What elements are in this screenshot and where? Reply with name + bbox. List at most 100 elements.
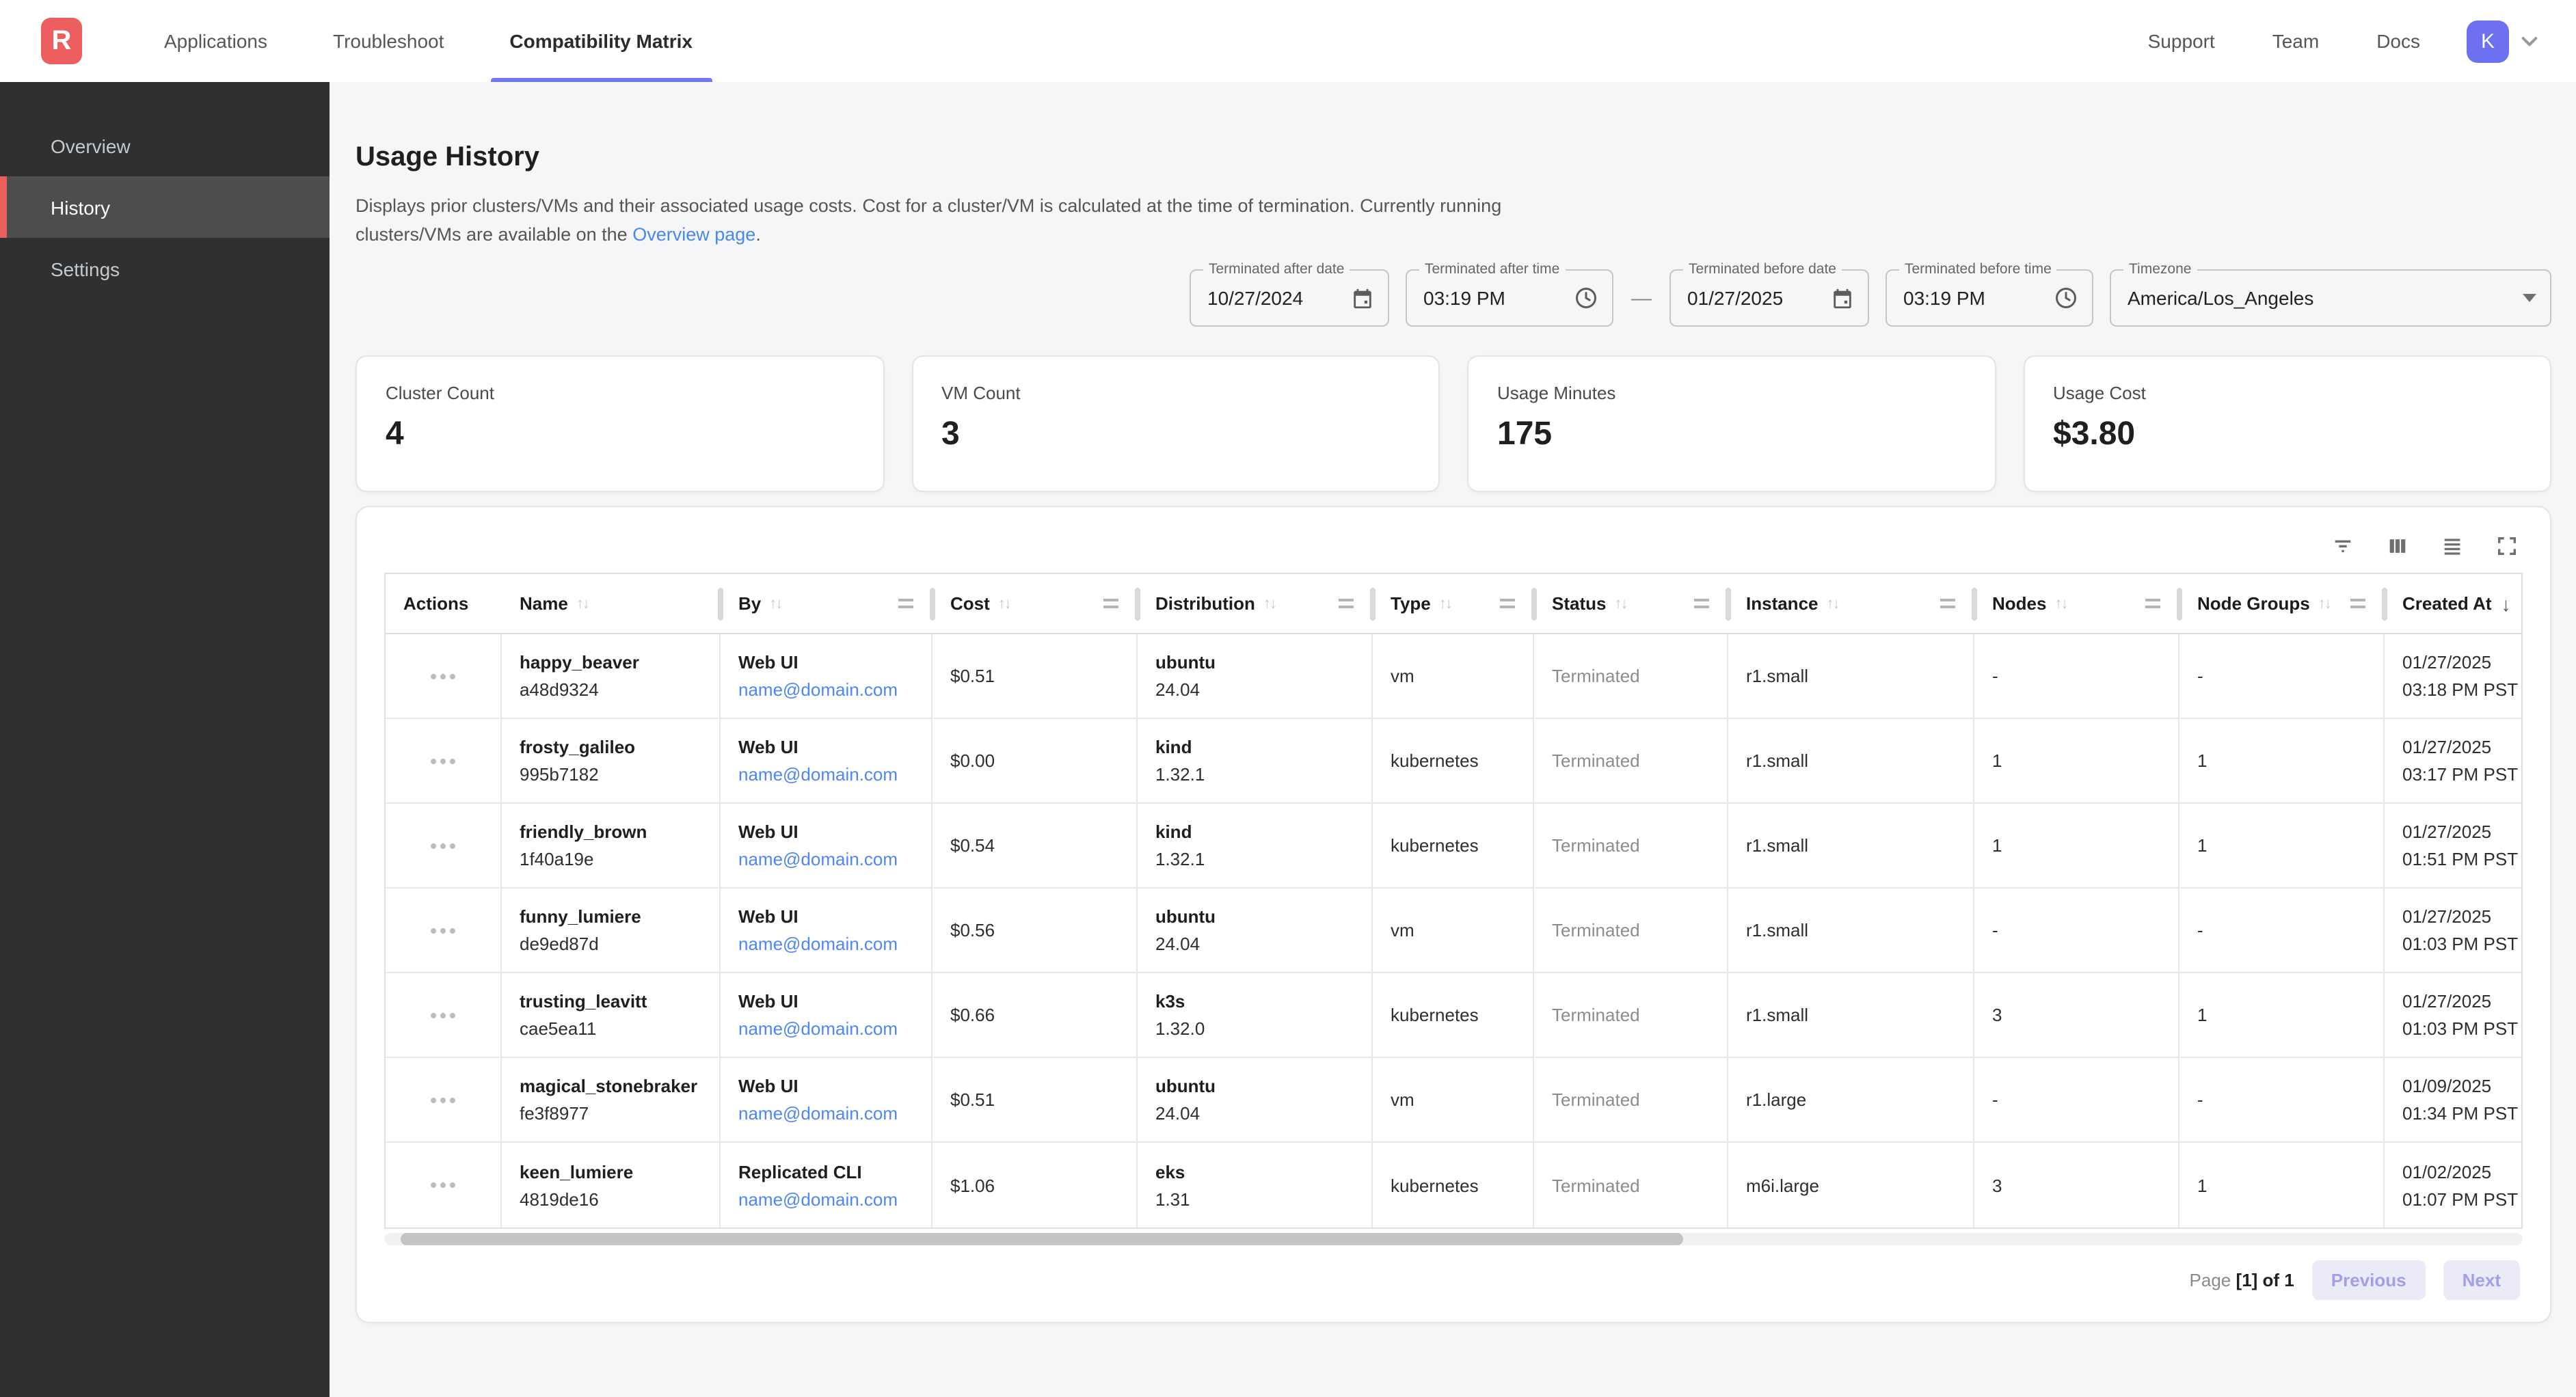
- nav-link-docs[interactable]: Docs: [2376, 30, 2420, 52]
- clock-icon[interactable]: [1574, 286, 1598, 310]
- nodes-count: -: [1992, 920, 2178, 940]
- column-header-distribution[interactable]: Distribution↑↓: [1138, 574, 1373, 633]
- page-description-period: .: [755, 224, 761, 245]
- previous-page-button[interactable]: Previous: [2312, 1260, 2426, 1299]
- range-dash: —: [1631, 286, 1652, 310]
- cell-node-groups: 1: [2179, 804, 2385, 887]
- column-drag-handle-icon[interactable]: [1940, 599, 1955, 608]
- terminated-before-time-field[interactable]: Terminated before time 03:19 PM: [1886, 269, 2093, 327]
- table-row: keen_lumiere4819de16Replicated CLIname@d…: [386, 1143, 2521, 1228]
- column-label: Node Groups: [2197, 593, 2310, 614]
- cluster-name: keen_lumiere: [520, 1161, 719, 1182]
- row-actions-button[interactable]: [386, 719, 502, 802]
- column-drag-handle-icon[interactable]: [898, 599, 913, 608]
- creator-email-link[interactable]: name@domain.com: [738, 679, 931, 700]
- cell-cost: $0.51: [933, 634, 1138, 718]
- terminated-after-time-field[interactable]: Terminated after time 03:19 PM: [1406, 269, 1613, 327]
- column-drag-handle-icon[interactable]: [1339, 599, 1354, 608]
- cell-name: friendly_brown1f40a19e: [502, 804, 721, 887]
- row-actions-button[interactable]: [386, 973, 502, 1057]
- cell-cost: $1.06: [933, 1143, 1138, 1228]
- row-actions-button[interactable]: [386, 804, 502, 887]
- column-header-name[interactable]: Name↑↓: [502, 574, 721, 633]
- cell-instance: r1.large: [1728, 1058, 1974, 1141]
- cell-by: Replicated CLIname@domain.com: [721, 1143, 933, 1228]
- column-drag-handle-icon[interactable]: [2145, 599, 2160, 608]
- sidebar-item-history[interactable]: History: [0, 176, 330, 238]
- cost-value: $0.51: [950, 1089, 1136, 1110]
- sort-icon: ↑↓: [1439, 595, 1451, 612]
- cell-created-at: 01/02/202501:07 PM PST: [2385, 1143, 2521, 1228]
- creator-email-link[interactable]: name@domain.com: [738, 1189, 931, 1209]
- tab-troubleshoot[interactable]: Troubleshoot: [300, 0, 477, 82]
- nav-link-support[interactable]: Support: [2148, 30, 2215, 52]
- sidebar-item-settings[interactable]: Settings: [0, 238, 330, 299]
- creator-email-link[interactable]: name@domain.com: [738, 849, 931, 869]
- column-label: By: [738, 593, 761, 614]
- column-header-nodes[interactable]: Nodes↑↓: [1974, 574, 2179, 633]
- terminated-after-date-field[interactable]: Terminated after date 10/27/2024: [1190, 269, 1389, 327]
- status-badge: Terminated: [1552, 920, 1727, 940]
- timezone-value: America/Los_Angeles: [2128, 287, 2512, 309]
- type-value: kubernetes: [1391, 835, 1533, 856]
- column-header-cost[interactable]: Cost↑↓: [933, 574, 1138, 633]
- filter-icon[interactable]: [2331, 534, 2354, 557]
- clock-icon[interactable]: [2054, 286, 2078, 310]
- row-actions-button[interactable]: [386, 634, 502, 718]
- stat-cards: Cluster Count 4 VM Count 3 Usage Minutes…: [355, 355, 2551, 492]
- avatar[interactable]: K: [2467, 20, 2509, 62]
- column-header-by[interactable]: By↑↓: [721, 574, 933, 633]
- density-icon[interactable]: [2441, 534, 2464, 557]
- next-page-button[interactable]: Next: [2443, 1260, 2520, 1299]
- tab-applications[interactable]: Applications: [131, 0, 300, 82]
- usage-table-card: ActionsName↑↓By↑↓Cost↑↓Distribution↑↓Typ…: [355, 506, 2551, 1323]
- status-badge: Terminated: [1552, 1089, 1727, 1110]
- columns-icon[interactable]: [2386, 534, 2409, 557]
- column-drag-handle-icon[interactable]: [1103, 599, 1118, 608]
- timezone-select[interactable]: Timezone America/Los_Angeles: [2110, 269, 2551, 327]
- nav-link-team[interactable]: Team: [2272, 30, 2319, 52]
- column-header-actions: Actions: [386, 574, 502, 633]
- cell-name: keen_lumiere4819de16: [502, 1143, 721, 1228]
- table-row: friendly_brown1f40a19eWeb UIname@domain.…: [386, 804, 2521, 889]
- column-header-instance[interactable]: Instance↑↓: [1728, 574, 1974, 633]
- column-header-type[interactable]: Type↑↓: [1373, 574, 1534, 633]
- creator-email-link[interactable]: name@domain.com: [738, 1103, 931, 1124]
- ellipsis-icon: [431, 927, 436, 933]
- status-badge: Terminated: [1552, 835, 1727, 856]
- tab-compatibility-matrix[interactable]: Compatibility Matrix: [477, 0, 725, 82]
- creator-email-link[interactable]: name@domain.com: [738, 1018, 931, 1039]
- fullscreen-icon[interactable]: [2495, 534, 2519, 557]
- creator-email-link[interactable]: name@domain.com: [738, 934, 931, 954]
- column-drag-handle-icon[interactable]: [1500, 599, 1515, 608]
- node-groups-count: 1: [2197, 750, 2383, 771]
- horizontal-scrollbar-thumb[interactable]: [401, 1233, 1684, 1245]
- column-header-created-at[interactable]: Created At↓: [2385, 574, 2521, 633]
- row-actions-button[interactable]: [386, 1058, 502, 1141]
- cell-name: frosty_galileo995b7182: [502, 719, 721, 802]
- column-label: Created At: [2402, 593, 2492, 614]
- column-drag-handle-icon[interactable]: [2350, 599, 2365, 608]
- column-header-status[interactable]: Status↑↓: [1534, 574, 1728, 633]
- column-header-node-groups[interactable]: Node Groups↑↓: [2179, 574, 2385, 633]
- cell-cost: $0.56: [933, 889, 1138, 972]
- column-drag-handle-icon[interactable]: [1694, 599, 1709, 608]
- cell-created-at: 01/27/202501:03 PM PST: [2385, 889, 2521, 972]
- chevron-down-icon[interactable]: [2519, 30, 2540, 52]
- terminated-before-date-field[interactable]: Terminated before date 01/27/2025: [1669, 269, 1869, 327]
- stat-card-cluster-count: Cluster Count 4: [355, 355, 884, 492]
- ellipsis-icon: [431, 673, 436, 679]
- table-row: happy_beavera48d9324Web UIname@domain.co…: [386, 634, 2521, 719]
- ellipsis-icon: [450, 927, 455, 933]
- nav-right: Support Team Docs K: [2091, 20, 2540, 62]
- row-actions-button[interactable]: [386, 889, 502, 972]
- creator-email-link[interactable]: name@domain.com: [738, 764, 931, 785]
- overview-page-link[interactable]: Overview page: [632, 224, 755, 245]
- replicated-logo[interactable]: R: [41, 18, 82, 64]
- row-actions-button[interactable]: [386, 1143, 502, 1228]
- calendar-icon[interactable]: [1351, 286, 1374, 310]
- nodes-count: 3: [1992, 1175, 2178, 1195]
- cell-nodes: 3: [1974, 1143, 2179, 1228]
- sidebar-item-overview[interactable]: Overview: [0, 115, 330, 176]
- calendar-icon[interactable]: [1831, 286, 1854, 310]
